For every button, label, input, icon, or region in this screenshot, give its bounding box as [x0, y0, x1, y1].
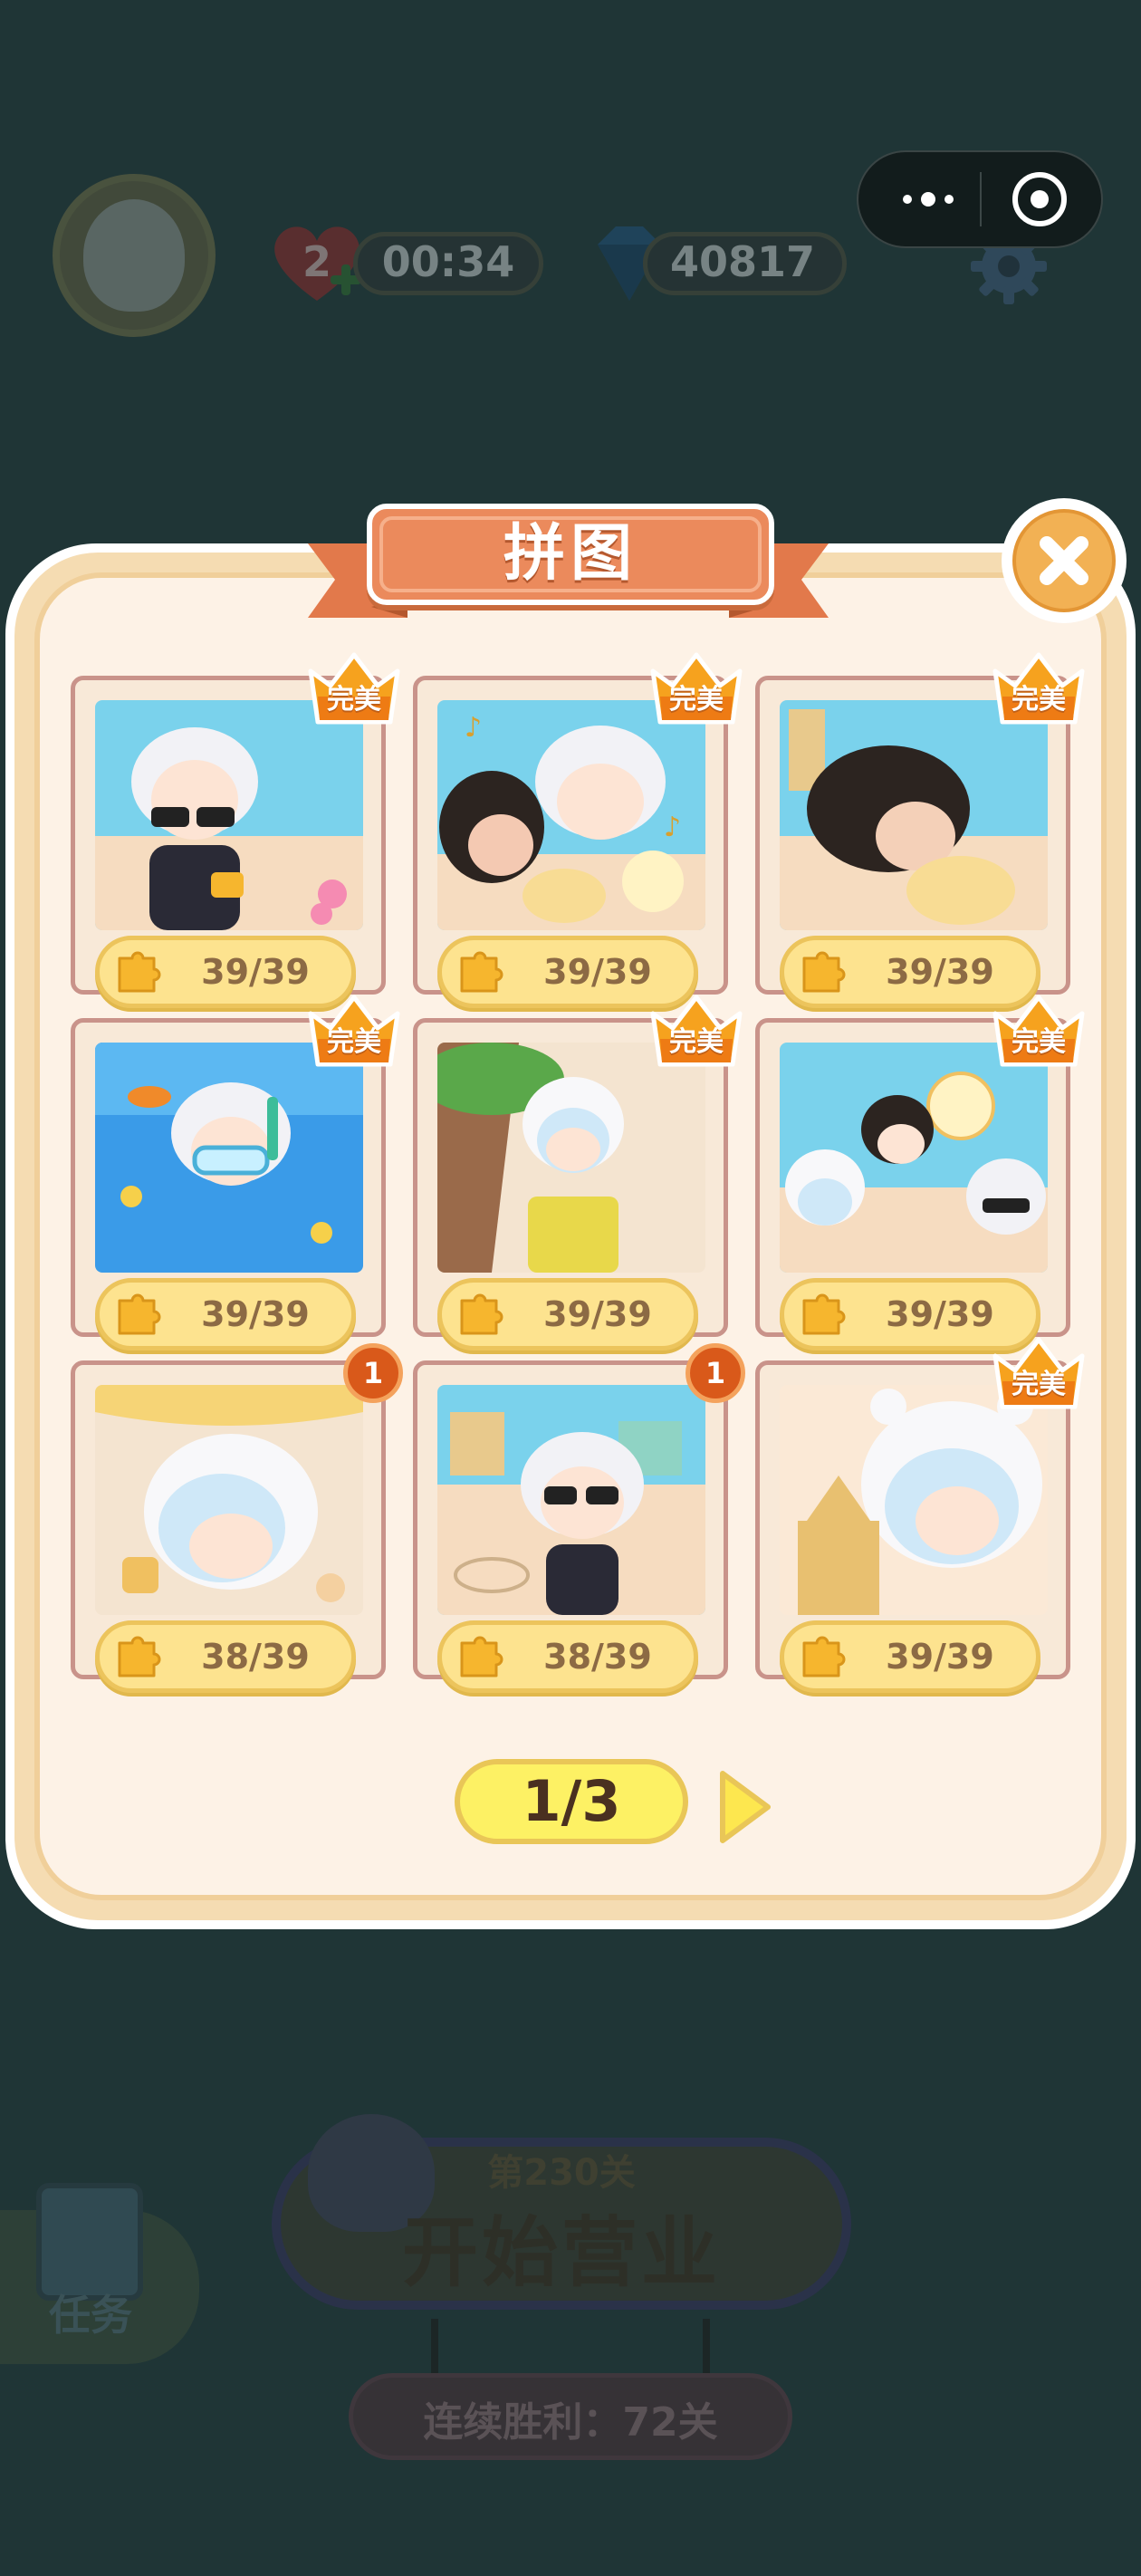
svg-text:♪: ♪	[465, 712, 482, 744]
puzzle-artwork	[437, 1385, 705, 1615]
puzzle-progress-pill: 38/39	[437, 1620, 698, 1693]
puzzle-piece-icon	[460, 1636, 503, 1677]
puzzle-card[interactable]: 39/39 完美	[755, 1337, 1085, 1693]
puzzle-card[interactable]: 39/39 完美	[71, 652, 400, 1008]
puzzle-card[interactable]: 39/39 完美	[413, 995, 743, 1350]
target-circle-icon[interactable]	[1012, 172, 1067, 226]
page-indicator-label: 1/3	[522, 1768, 621, 1834]
puzzle-card[interactable]: 39/39 完美	[755, 995, 1085, 1350]
level-label: 第230关	[487, 2152, 636, 2194]
streak-label: 连续胜利：72关	[423, 2399, 718, 2446]
puzzle-progress-pill: 39/39	[95, 1278, 356, 1350]
triangle-right-icon[interactable]	[715, 1766, 775, 1848]
svg-text:♪: ♪	[664, 812, 681, 843]
puzzle-piece-icon	[802, 1293, 846, 1335]
puzzle-piece-icon	[460, 1293, 503, 1335]
puzzle-artwork	[780, 1043, 1048, 1273]
perfect-badge-label: 完美	[327, 1026, 381, 1058]
more-dots-icon[interactable]	[878, 163, 978, 235]
notification-badge: 1	[343, 1343, 403, 1403]
puzzle-artwork: ♪ ♪	[437, 700, 705, 930]
puzzle-piece-icon	[118, 1293, 161, 1335]
puzzle-card[interactable]: 39/39 完美	[71, 995, 400, 1350]
puzzle-piece-icon	[118, 1636, 161, 1677]
capsule-divider	[980, 172, 982, 226]
puzzle-piece-icon	[802, 951, 846, 993]
gem-count: 40817	[669, 237, 816, 286]
perfect-badge-label: 完美	[669, 1026, 724, 1058]
puzzle-card[interactable]: 38/39 1	[71, 1343, 403, 1693]
puzzle-artwork	[95, 1385, 363, 1615]
puzzle-artwork	[780, 1385, 1048, 1615]
start-business-label: 开始营业	[401, 2208, 721, 2297]
puzzle-card[interactable]: 39/39 完美	[755, 652, 1085, 1008]
lives-timer: 00:34	[381, 237, 515, 286]
close-x-icon[interactable]	[1012, 509, 1116, 612]
puzzle-artwork	[780, 700, 1048, 930]
puzzle-artwork	[95, 700, 363, 930]
task-button-label[interactable]: 任务	[36, 2283, 145, 2342]
notification-badge: 1	[686, 1343, 745, 1403]
puzzle-progress: 39/39	[201, 1294, 310, 1334]
puzzle-progress-pill: 39/39	[437, 1278, 698, 1350]
player-avatar	[83, 199, 185, 312]
perfect-badge-label: 完美	[1012, 1026, 1066, 1058]
puzzle-piece-icon	[802, 1636, 846, 1677]
perfect-badge-label: 完美	[669, 684, 724, 716]
puzzle-artwork	[95, 1043, 363, 1273]
puzzle-progress: 39/39	[886, 1637, 994, 1677]
puzzle-piece-icon	[118, 951, 161, 993]
puzzle-progress-pill: 38/39	[95, 1620, 356, 1693]
puzzle-card[interactable]: ♪ ♪ 39/39 完美	[413, 652, 743, 1008]
puzzle-progress: 38/39	[543, 1637, 652, 1677]
puzzle-progress-pill: 39/39	[780, 1620, 1040, 1693]
perfect-badge-label: 完美	[327, 684, 381, 716]
puzzle-piece-icon	[460, 951, 503, 993]
puzzle-progress: 38/39	[201, 1637, 310, 1677]
puzzle-progress: 39/39	[543, 1294, 652, 1334]
lives-count: 2	[302, 237, 331, 286]
puzzle-artwork	[437, 1043, 705, 1273]
modal-title: 拼图	[503, 518, 638, 590]
perfect-badge-label: 完美	[1012, 684, 1066, 716]
puzzle-card[interactable]: 38/39 1	[413, 1343, 745, 1693]
perfect-badge-label: 完美	[1012, 1369, 1066, 1400]
